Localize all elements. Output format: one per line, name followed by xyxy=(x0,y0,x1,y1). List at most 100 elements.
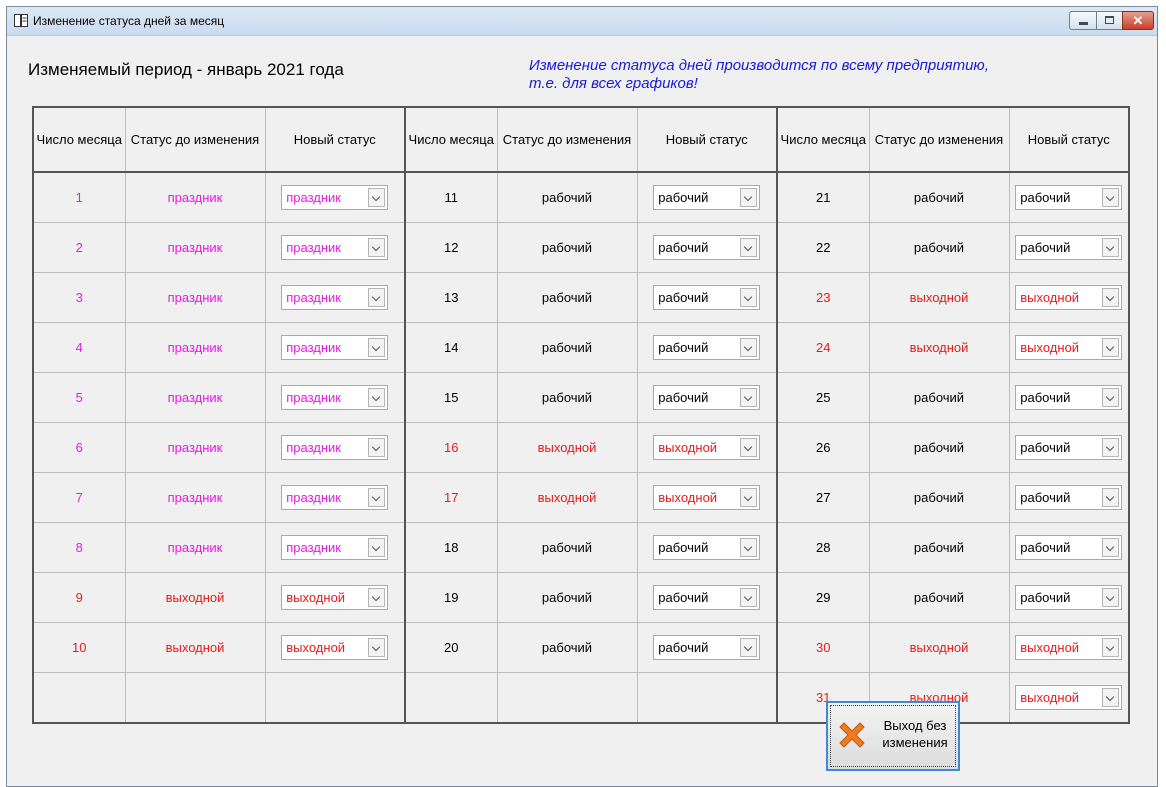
chevron-down-icon[interactable] xyxy=(368,438,386,457)
chevron-down-icon[interactable] xyxy=(1102,638,1120,657)
exit-without-changes-button[interactable]: Выход без изменения xyxy=(826,701,960,771)
chevron-down-icon[interactable] xyxy=(740,188,758,207)
new-status-select[interactable]: праздник xyxy=(281,435,389,460)
chevron-down-icon[interactable] xyxy=(740,388,758,407)
new-status-value: праздник xyxy=(286,540,341,555)
minimize-button[interactable] xyxy=(1069,11,1097,30)
table-row: 8 праздник праздник 18 рабочий рабочий 28 рабоч… xyxy=(32,522,1130,573)
new-status-select[interactable]: выходной xyxy=(1015,335,1123,360)
status-before-cell: выходной xyxy=(124,572,266,623)
new-status-select[interactable]: рабочий xyxy=(1015,435,1123,460)
chevron-down-icon[interactable] xyxy=(368,638,386,657)
day-cell: 26 xyxy=(776,422,870,473)
table-row: 3 праздник праздник 13 рабочий рабочий 23 выход… xyxy=(32,272,1130,323)
chevron-down-icon[interactable] xyxy=(740,438,758,457)
table-row: 4 праздник праздник 14 рабочий рабочий 24 выход… xyxy=(32,322,1130,373)
new-status-value: рабочий xyxy=(658,240,709,255)
new-status-value: рабочий xyxy=(658,340,709,355)
header-status-before: Статус до изменения xyxy=(496,106,638,173)
new-status-select[interactable]: праздник xyxy=(281,235,389,260)
chevron-down-icon[interactable] xyxy=(1102,388,1120,407)
new-status-select[interactable]: рабочий xyxy=(653,185,761,210)
day-cell: 3 xyxy=(32,272,126,323)
new-status-select[interactable]: праздник xyxy=(281,485,389,510)
chevron-down-icon[interactable] xyxy=(368,288,386,307)
new-status-select[interactable]: рабочий xyxy=(1015,485,1123,510)
chevron-down-icon[interactable] xyxy=(1102,338,1120,357)
exit-label-line-2: изменения xyxy=(882,735,948,750)
chevron-down-icon[interactable] xyxy=(368,388,386,407)
day-cell: 15 xyxy=(404,372,498,423)
chevron-down-icon[interactable] xyxy=(368,238,386,257)
new-status-select[interactable]: рабочий xyxy=(653,585,761,610)
close-button[interactable]: ✕ xyxy=(1122,11,1154,30)
status-before-cell: праздник xyxy=(124,522,266,573)
chevron-down-icon[interactable] xyxy=(740,488,758,507)
status-before-cell: рабочий xyxy=(496,522,638,573)
new-status-select[interactable]: выходной xyxy=(281,635,389,660)
new-status-select[interactable]: праздник xyxy=(281,285,389,310)
new-status-select[interactable]: выходной xyxy=(1015,285,1123,310)
new-status-select[interactable]: выходной xyxy=(281,585,389,610)
chevron-down-icon[interactable] xyxy=(1102,188,1120,207)
maximize-button[interactable] xyxy=(1096,11,1123,30)
new-status-select[interactable]: праздник xyxy=(281,185,389,210)
chevron-down-icon[interactable] xyxy=(740,238,758,257)
status-before-cell: выходной xyxy=(868,272,1010,323)
new-status-select[interactable]: выходной xyxy=(653,485,761,510)
chevron-down-icon[interactable] xyxy=(1102,688,1120,707)
new-status-select[interactable]: рабочий xyxy=(653,235,761,260)
new-status-select[interactable]: праздник xyxy=(281,385,389,410)
chevron-down-icon[interactable] xyxy=(740,588,758,607)
status-before-cell: рабочий xyxy=(496,222,638,273)
new-status-select[interactable]: рабочий xyxy=(1015,535,1123,560)
chevron-down-icon[interactable] xyxy=(1102,538,1120,557)
day-cell: 11 xyxy=(404,171,498,223)
new-status-select[interactable]: рабочий xyxy=(1015,185,1123,210)
chevron-down-icon[interactable] xyxy=(1102,238,1120,257)
chevron-down-icon[interactable] xyxy=(368,488,386,507)
new-status-select[interactable]: рабочий xyxy=(1015,585,1123,610)
chevron-down-icon[interactable] xyxy=(740,288,758,307)
new-status-value: праздник xyxy=(286,290,341,305)
status-before-cell: выходной xyxy=(868,622,1010,673)
day-cell: 20 xyxy=(404,622,498,673)
new-status-select[interactable]: выходной xyxy=(653,435,761,460)
new-status-select[interactable]: рабочий xyxy=(653,285,761,310)
new-status-select[interactable]: рабочий xyxy=(1015,235,1123,260)
chevron-down-icon[interactable] xyxy=(740,338,758,357)
new-status-cell: рабочий xyxy=(636,272,778,323)
chevron-down-icon[interactable] xyxy=(1102,588,1120,607)
day-cell: 13 xyxy=(404,272,498,323)
chevron-down-icon[interactable] xyxy=(740,638,758,657)
chevron-down-icon[interactable] xyxy=(368,338,386,357)
new-status-select[interactable]: рабочий xyxy=(653,535,761,560)
new-status-select[interactable]: праздник xyxy=(281,335,389,360)
chevron-down-icon[interactable] xyxy=(1102,488,1120,507)
new-status-select[interactable]: выходной xyxy=(1015,635,1123,660)
new-status-select[interactable]: рабочий xyxy=(653,335,761,360)
new-status-select[interactable]: рабочий xyxy=(1015,385,1123,410)
table-row: 6 праздник праздник 16 выходной выходной 26 раб… xyxy=(32,422,1130,473)
chevron-down-icon[interactable] xyxy=(368,538,386,557)
new-status-select[interactable]: выходной xyxy=(1015,685,1123,710)
notice-text: Изменение статуса дней производится по в… xyxy=(529,57,1129,93)
new-status-select[interactable]: рабочий xyxy=(653,635,761,660)
chevron-down-icon[interactable] xyxy=(1102,438,1120,457)
chevron-down-icon[interactable] xyxy=(740,538,758,557)
status-before-cell: рабочий xyxy=(868,472,1010,523)
new-status-cell: выходной xyxy=(264,622,406,673)
new-status-select[interactable]: рабочий xyxy=(653,385,761,410)
chevron-down-icon[interactable] xyxy=(368,588,386,607)
status-before-cell: рабочий xyxy=(496,322,638,373)
status-before-cell: рабочий xyxy=(868,422,1010,473)
day-cell: 16 xyxy=(404,422,498,473)
day-cell: 30 xyxy=(776,622,870,673)
day-cell: 9 xyxy=(32,572,126,623)
new-status-select[interactable]: праздник xyxy=(281,535,389,560)
close-x-icon xyxy=(839,722,865,748)
title-bar[interactable]: Изменение статуса дней за месяц ✕ xyxy=(7,7,1157,36)
chevron-down-icon[interactable] xyxy=(368,188,386,207)
chevron-down-icon[interactable] xyxy=(1102,288,1120,307)
new-status-value: выходной xyxy=(658,440,718,455)
